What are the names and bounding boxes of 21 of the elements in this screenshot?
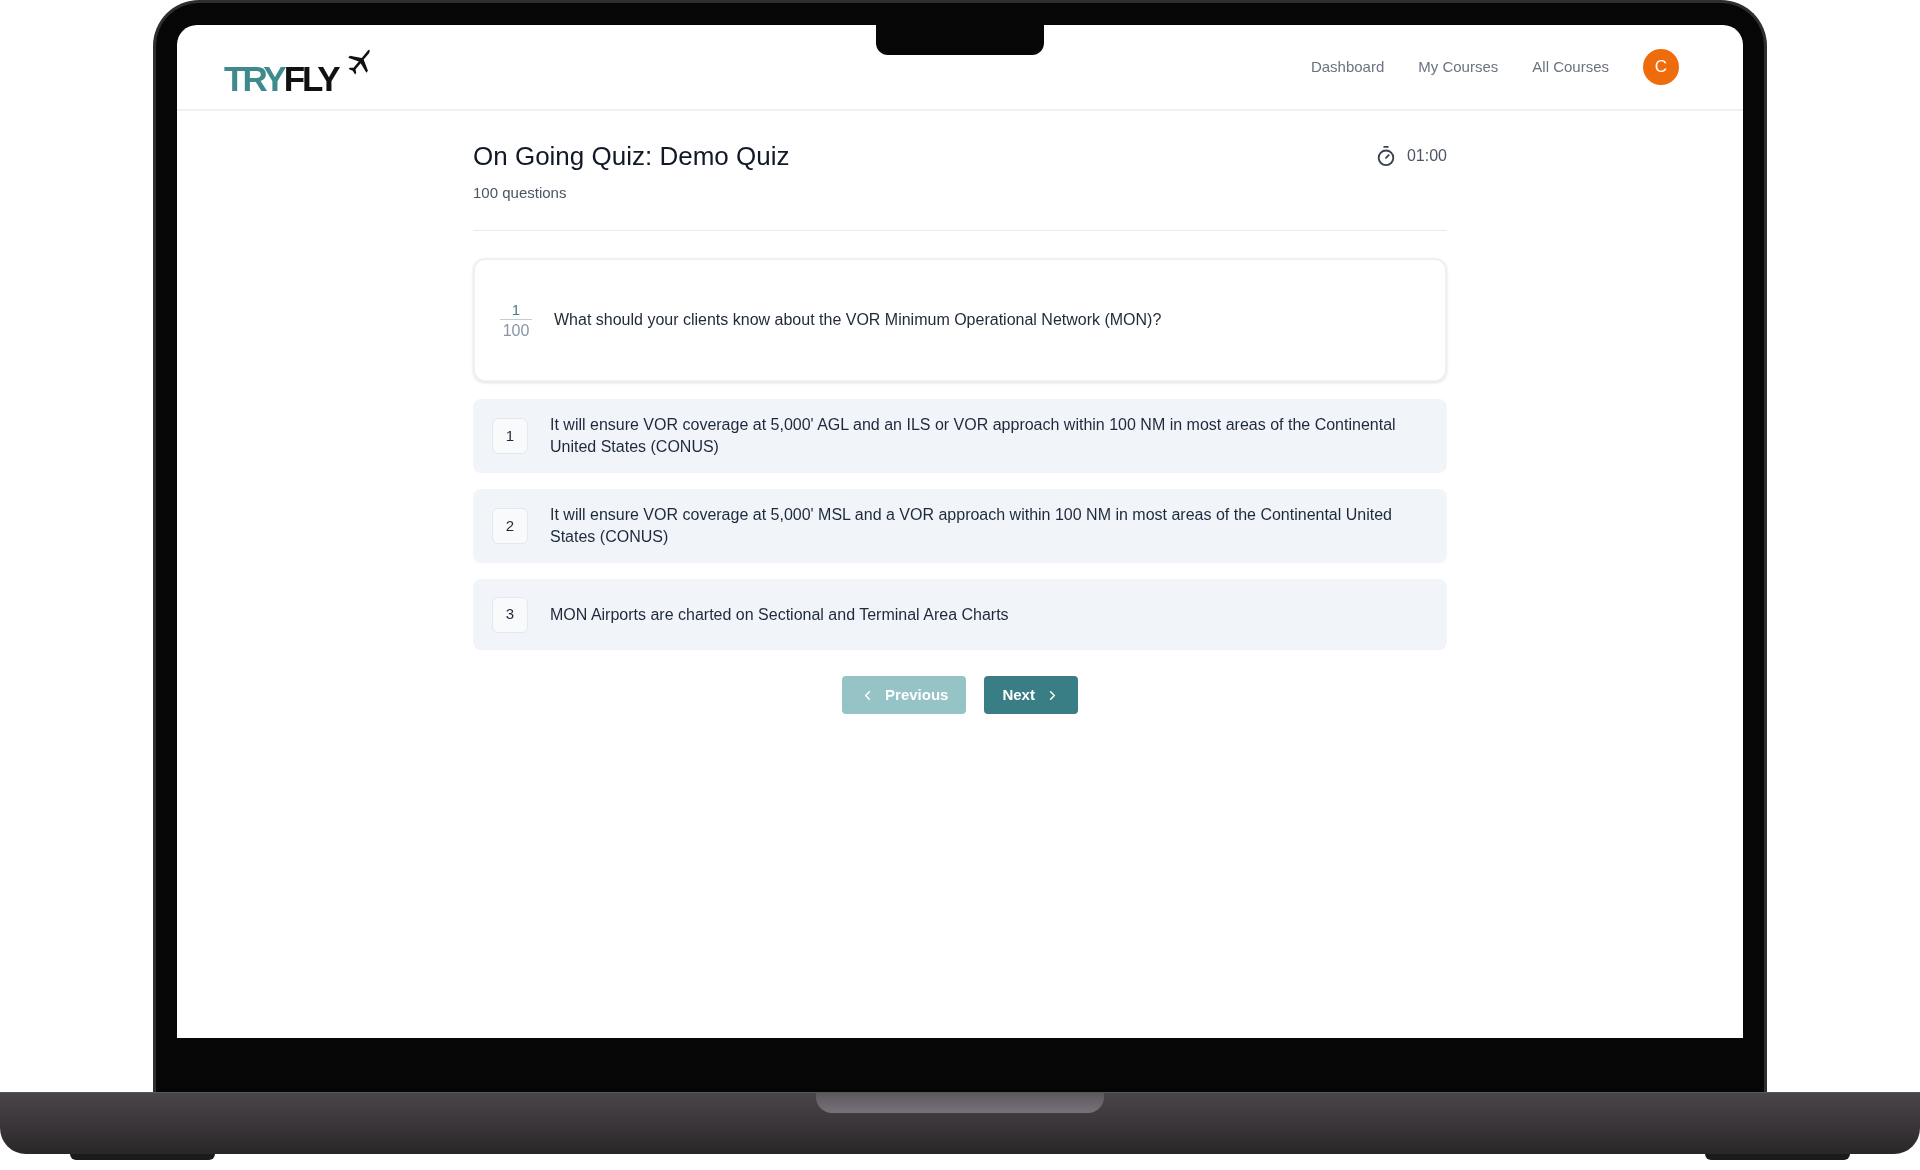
nav-link[interactable]: My Courses xyxy=(1418,55,1499,79)
answer-option[interactable]: 3 MON Airports are charted on Sectional and Terminal Area Charts xyxy=(473,579,1447,650)
quiz-title: On Going Quiz: Demo Quiz xyxy=(473,140,790,172)
question-count: 100 questions xyxy=(473,183,568,203)
nav-link[interactable]: All Courses xyxy=(1532,55,1609,79)
question-text: What should your clients know about the VOR Minimum Operational Network (MON)? xyxy=(554,310,1162,330)
option-number: 1 xyxy=(492,418,528,454)
avatar[interactable]: C xyxy=(1643,49,1679,85)
answer-option[interactable]: 1 It will ensure VOR coverage at 5,000' AGL and an ILS or VOR approach within 100 NM in most areas of the Continental United States (CONUS) xyxy=(473,399,1447,473)
question-total: 100 xyxy=(501,320,531,341)
question-number: 1 xyxy=(500,299,532,320)
next-button[interactable]: Next xyxy=(984,676,1078,714)
option-number: 2 xyxy=(492,508,528,544)
answer-option[interactable]: 2 It will ensure VOR coverage at 5,000' MSL and a VOR approach within 100 NM in most areas of the Continental United States (CONUS) xyxy=(473,489,1447,563)
option-text: It will ensure VOR coverage at 5,000' AGL and an ILS or VOR approach within 100 NM in most areas of the Continental United States (CONUS) xyxy=(550,415,1397,457)
option-text: It will ensure VOR coverage at 5,000' MSL and a VOR approach within 100 NM in most areas of the Continental United States (CONUS) xyxy=(550,505,1393,547)
option-number: 3 xyxy=(492,596,528,633)
option-text: MON Airports are charted on Sectional and Terminal Area Charts xyxy=(550,604,1009,625)
logo[interactable]: TRYFLY xyxy=(224,46,376,94)
nav-link[interactable]: Dashboard xyxy=(1310,55,1385,79)
timer-text: 01:00 xyxy=(1406,146,1447,166)
